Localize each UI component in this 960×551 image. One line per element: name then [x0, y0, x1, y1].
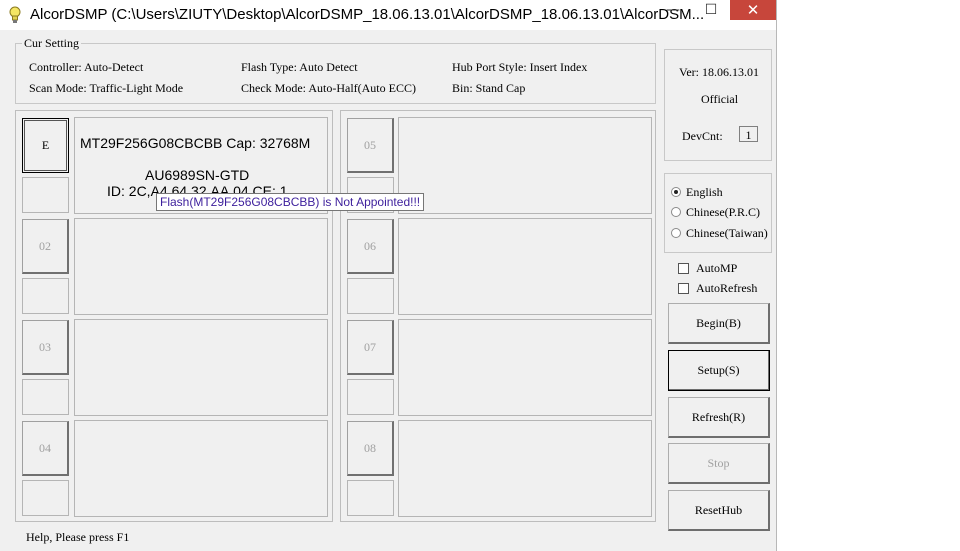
refresh-button[interactable]: Refresh(R) — [668, 397, 770, 438]
slot-06-button[interactable]: 06 — [347, 219, 394, 274]
language-group: English Chinese(P.R.C) Chinese(Taiwan) — [664, 173, 772, 253]
close-button[interactable]: ✕ — [730, 0, 776, 20]
check-mode-text: Check Mode: Auto-Half(Auto ECC) — [241, 81, 416, 95]
radio-english[interactable] — [671, 187, 681, 197]
begin-button[interactable]: Begin(B) — [668, 303, 770, 344]
slot-04-info — [74, 420, 328, 517]
slot-07-status — [347, 379, 394, 415]
slot-07-button[interactable]: 07 — [347, 320, 394, 375]
resethub-button[interactable]: ResetHub — [668, 490, 770, 531]
hub-port-style-text: Hub Port Style: Insert Index — [452, 60, 588, 74]
scan-mode-text: Scan Mode: Traffic-Light Mode — [29, 81, 184, 95]
title-bar[interactable]: AlcorDSMP (C:\Users\ZIUTY\Desktop\AlcorD… — [0, 0, 776, 30]
status-bar-text: Help, Please press F1 — [26, 530, 130, 544]
slot-e-flash-info: MT29F256G08CBCBB Cap: 32768M — [80, 135, 311, 151]
automp-label[interactable]: AutoMP — [696, 261, 737, 276]
edition-text: Official — [701, 92, 739, 106]
devcnt-label: DevCnt: — [682, 129, 723, 143]
slot-03-info — [74, 319, 328, 416]
flash-not-appointed-tooltip: Flash(MT29F256G08CBCBB) is Not Appointed… — [156, 193, 425, 211]
radio-chinese-prc[interactable] — [671, 207, 681, 217]
slot-e-controller-info: AU6989SN-GTD — [145, 167, 250, 183]
slot-05-button[interactable]: 05 — [347, 118, 394, 173]
slot-04-status — [22, 480, 69, 516]
slot-e-button[interactable]: E — [22, 118, 69, 173]
lightbulb-icon — [9, 6, 21, 23]
slot-03-status — [22, 379, 69, 415]
minimize-button[interactable]: — — [654, 0, 692, 20]
stop-button[interactable]: Stop — [668, 443, 770, 484]
slot-02-info — [74, 218, 328, 315]
slot-04-button[interactable]: 04 — [22, 421, 69, 476]
cur-setting-label: Cur Setting — [22, 36, 82, 51]
language-chinese-prc-label[interactable]: Chinese(P.R.C) — [686, 205, 760, 220]
main-window: AlcorDSMP (C:\Users\ZIUTY\Desktop\AlcorD… — [0, 0, 777, 551]
radio-chinese-taiwan[interactable] — [671, 228, 681, 238]
window-title: AlcorDSMP (C:\Users\ZIUTY\Desktop\AlcorD… — [30, 6, 705, 23]
autorefresh-label[interactable]: AutoRefresh — [696, 281, 757, 296]
flash-type-text: Flash Type: Auto Detect — [241, 60, 358, 74]
autorefresh-checkbox[interactable] — [678, 283, 689, 294]
automp-checkbox[interactable] — [678, 263, 689, 274]
cur-setting-group: Cur Setting Controller: Auto-Detect Flas… — [15, 36, 656, 104]
slot-e-status — [22, 177, 69, 213]
slot-06-status — [347, 278, 394, 314]
slot-05-info — [398, 117, 652, 214]
slot-07-info — [398, 319, 652, 416]
slot-08-button[interactable]: 08 — [347, 421, 394, 476]
slot-06-info — [398, 218, 652, 315]
maximize-button[interactable]: ☐ — [692, 0, 730, 20]
language-english-label[interactable]: English — [686, 185, 723, 200]
bin-text: Bin: Stand Cap — [452, 81, 526, 95]
language-chinese-taiwan-label[interactable]: Chinese(Taiwan) — [686, 226, 768, 241]
setup-button[interactable]: Setup(S) — [668, 350, 770, 391]
version-text: Ver: 18.06.13.01 — [679, 65, 759, 79]
slot-02-status — [22, 278, 69, 314]
version-box: Ver: 18.06.13.01 Official DevCnt: — [664, 49, 772, 161]
slot-03-button[interactable]: 03 — [22, 320, 69, 375]
slot-08-status — [347, 480, 394, 516]
controller-text: Controller: Auto-Detect — [29, 60, 144, 74]
devcnt-value: 1 — [739, 126, 758, 142]
slot-08-info — [398, 420, 652, 517]
slot-02-button[interactable]: 02 — [22, 219, 69, 274]
